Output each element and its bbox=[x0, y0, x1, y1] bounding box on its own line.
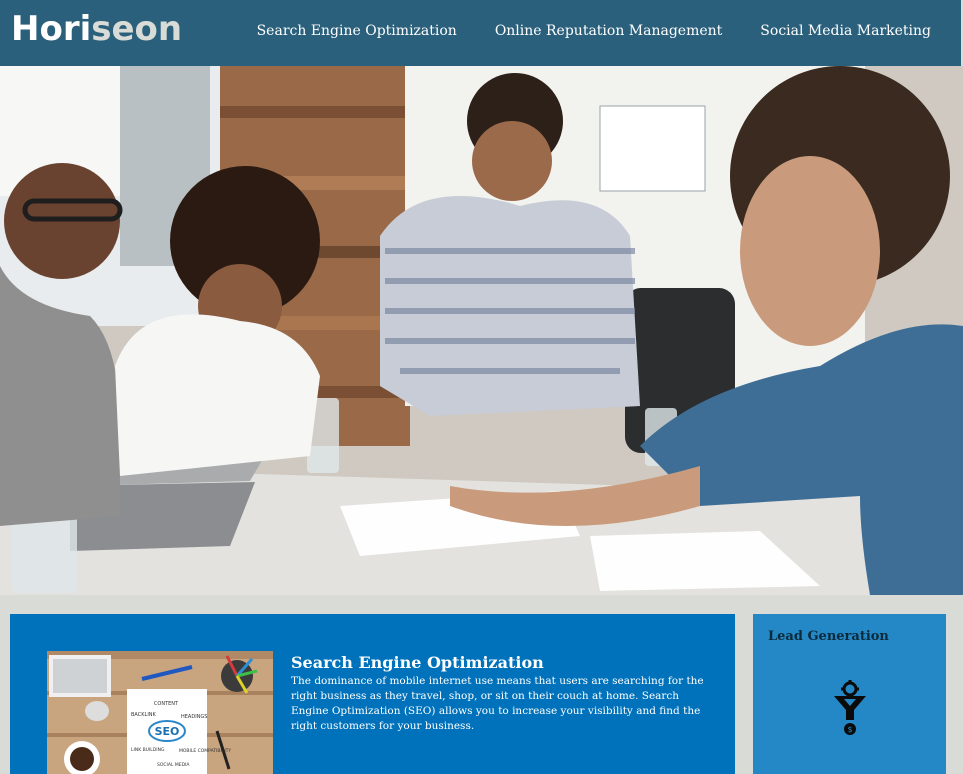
lead-generation-funnel-icon: $ bbox=[834, 680, 866, 735]
seo-title: Search Engine Optimization bbox=[291, 653, 544, 672]
hero-image bbox=[0, 66, 963, 595]
logo[interactable]: Horiseon bbox=[11, 9, 182, 49]
seo-desk-illustration: CONTENT BACKLINK HEADINGS SEO LINK BUILD… bbox=[47, 651, 273, 774]
hero-team-meeting-illustration bbox=[0, 66, 963, 595]
site-header: Horiseon Search Engine Optimization Onli… bbox=[0, 0, 961, 66]
seo-image-word-mobile: MOBILE COMPATIBILITY bbox=[179, 748, 231, 754]
svg-text:$: $ bbox=[847, 725, 852, 734]
lead-generation-card: Lead Generation $ bbox=[753, 614, 946, 774]
nav-link-seo[interactable]: Search Engine Optimization bbox=[257, 23, 457, 39]
seo-description: The dominance of mobile internet use mea… bbox=[291, 675, 704, 732]
nav-link-reputation[interactable]: Online Reputation Management bbox=[495, 23, 722, 39]
seo-image-word-link-building: LINK BUILDING bbox=[131, 747, 165, 753]
lead-generation-title: Lead Generation bbox=[768, 629, 889, 644]
seo-card: CONTENT BACKLINK HEADINGS SEO LINK BUILD… bbox=[10, 614, 735, 774]
main-nav: Search Engine Optimization Online Reputa… bbox=[257, 23, 931, 39]
seo-image-word-seo: SEO bbox=[155, 725, 180, 738]
logo-main: Hori bbox=[11, 9, 92, 49]
seo-image-word-headings: HEADINGS bbox=[181, 714, 207, 720]
logo-accent: seon bbox=[91, 9, 183, 49]
seo-image-word-content: CONTENT bbox=[154, 701, 179, 707]
nav-link-social-media[interactable]: Social Media Marketing bbox=[760, 23, 931, 39]
seo-image-word-backlink: BACKLINK bbox=[131, 712, 157, 718]
seo-image-word-social: SOCIAL MEDIA bbox=[157, 762, 190, 768]
seo-image: CONTENT BACKLINK HEADINGS SEO LINK BUILD… bbox=[47, 651, 273, 774]
